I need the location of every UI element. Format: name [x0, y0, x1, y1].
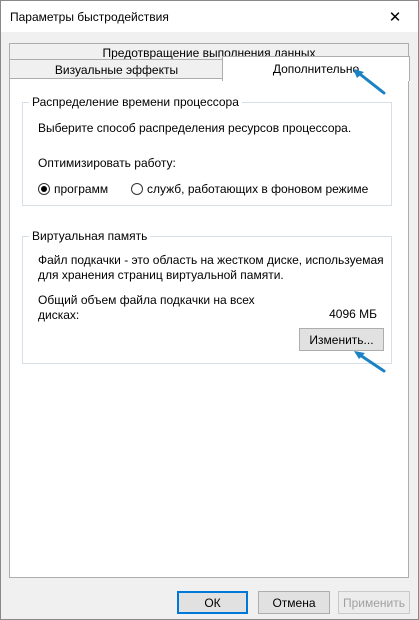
paging-file-description-line2: для хранения страниц виртуальной памяти. — [38, 268, 284, 282]
tab-label: Визуальные эффекты — [54, 62, 179, 77]
tab-label: Дополнительно — [272, 62, 360, 76]
processor-scheduling-group: Распределение времени процессора Выберит… — [22, 95, 392, 206]
title-bar: Параметры быстродействия ✕ — [1, 1, 418, 32]
background-services-radio[interactable] — [131, 183, 143, 195]
processor-group-legend: Распределение времени процессора — [29, 95, 242, 109]
change-button-label: Изменить... — [309, 332, 374, 347]
close-icon: ✕ — [388, 8, 402, 26]
background-services-radio-label[interactable]: служб, работающих в фоновом режиме — [147, 182, 368, 196]
apply-button[interactable]: Применить — [338, 591, 410, 614]
close-button[interactable]: ✕ — [372, 1, 418, 32]
tab-visual-effects[interactable]: Визуальные эффекты — [9, 59, 224, 79]
ok-button[interactable]: ОК — [177, 591, 248, 614]
tab-panel-advanced: Распределение времени процессора Выберит… — [9, 78, 409, 578]
ok-button-label: ОК — [204, 595, 221, 610]
optimize-label: Оптимизировать работу: — [38, 156, 176, 170]
total-paging-label-line2: дисках: — [38, 308, 80, 322]
arrow-annotation-icon — [354, 351, 386, 373]
cancel-button[interactable]: Отмена — [258, 591, 330, 614]
apply-button-label: Применить — [342, 595, 405, 610]
paging-file-description-line1: Файл подкачки - это область на жестком д… — [38, 253, 384, 267]
programs-radio[interactable] — [38, 183, 50, 195]
total-paging-label-line1: Общий объем файла подкачки на всех — [38, 293, 255, 307]
total-paging-value: 4096 МБ — [329, 307, 377, 321]
processor-description: Выберите способ распределения ресурсов п… — [38, 121, 352, 135]
virtual-memory-group: Виртуальная память Файл подкачки - это о… — [22, 229, 392, 364]
virtual-memory-legend: Виртуальная память — [29, 229, 151, 243]
window-title: Параметры быстродействия — [10, 10, 169, 24]
arrow-annotation-icon — [353, 69, 386, 95]
cancel-button-label: Отмена — [272, 595, 316, 610]
programs-radio-label[interactable]: программ — [54, 182, 108, 196]
